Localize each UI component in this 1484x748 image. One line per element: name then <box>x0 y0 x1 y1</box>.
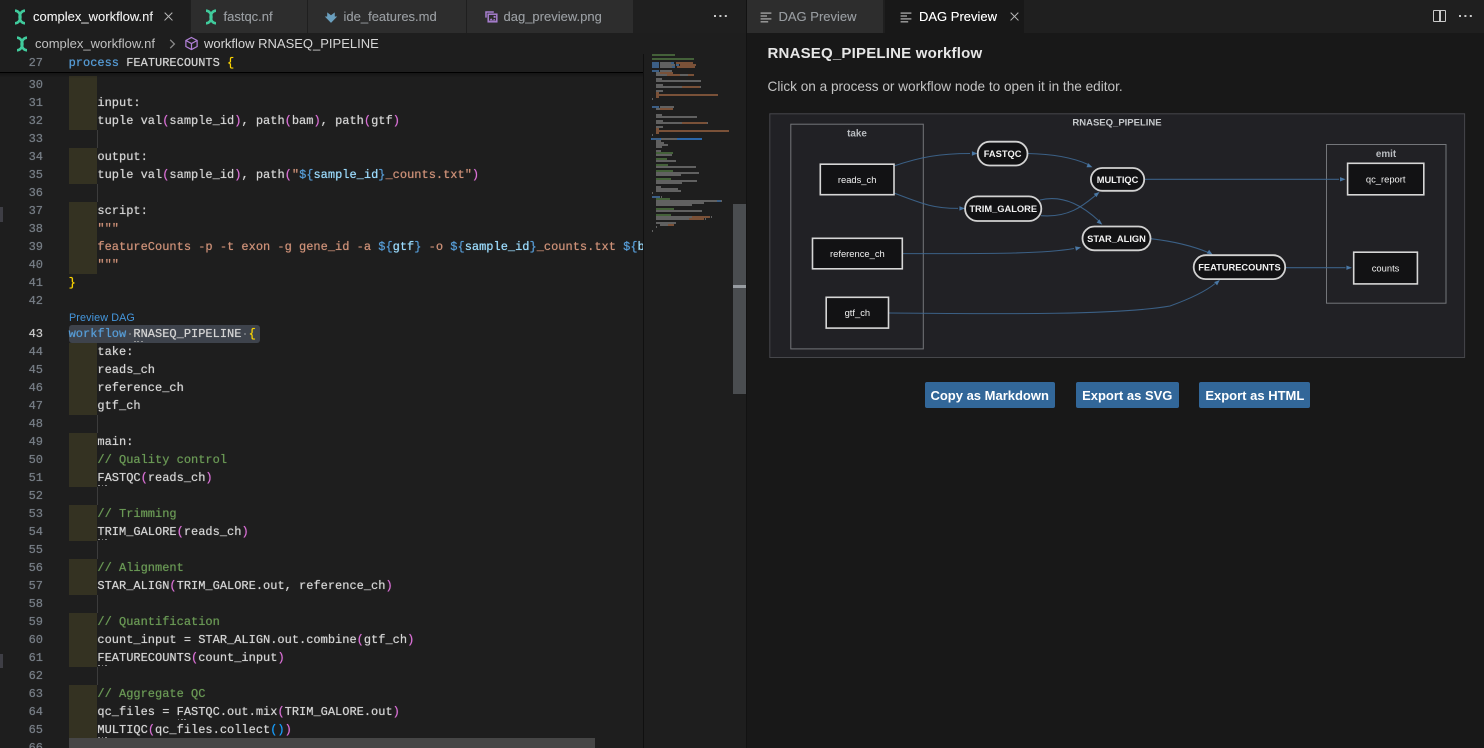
svg-text:take: take <box>847 129 867 140</box>
svg-text:STAR_ALIGN: STAR_ALIGN <box>1087 234 1146 244</box>
svg-text:FEATURECOUNTS: FEATURECOUNTS <box>1198 263 1280 273</box>
svg-text:RNASEQ_PIPELINE: RNASEQ_PIPELINE <box>1072 117 1161 128</box>
svg-text:qc_report: qc_report <box>1366 173 1406 184</box>
svg-text:TRIM_GALORE: TRIM_GALORE <box>969 204 1037 214</box>
svg-text:reads_ch: reads_ch <box>838 174 877 185</box>
svg-text:counts: counts <box>1372 262 1400 273</box>
svg-text:MULTIQC: MULTIQC <box>1097 175 1139 185</box>
svg-text:reference_ch: reference_ch <box>830 248 885 259</box>
svg-text:FASTQC: FASTQC <box>984 149 1022 159</box>
svg-text:emit: emit <box>1376 149 1397 160</box>
svg-text:gtf_ch: gtf_ch <box>845 307 871 318</box>
